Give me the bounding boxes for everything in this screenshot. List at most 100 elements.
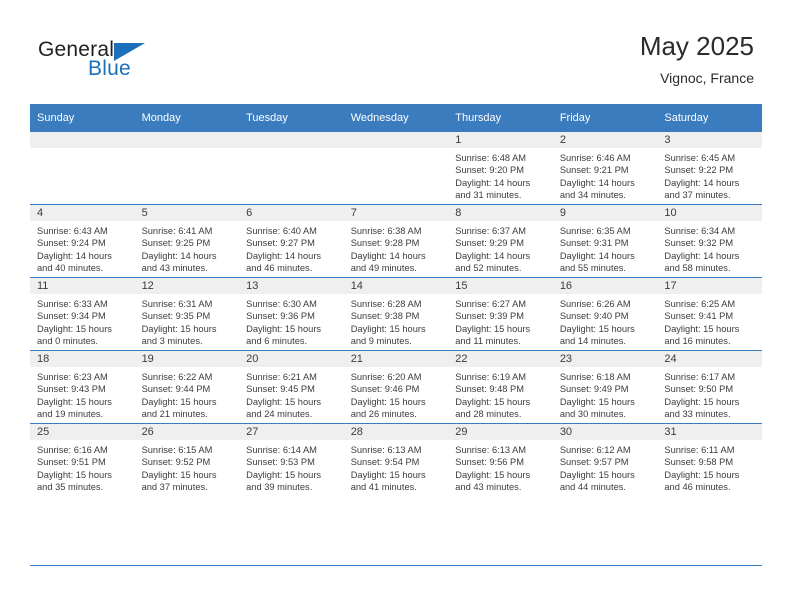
calendar-day-cell[interactable]: 15 Sunrise: 6:27 AM Sunset: 9:39 PM Dayligh…: [448, 277, 553, 351]
calendar-day: 26 Sunrise: 6:15 AM Sunset: 9:52 PM Dayligh…: [134, 424, 240, 496]
sunrise-text: Sunrise: 6:16 AM: [37, 445, 108, 455]
sunset-text: Sunset: 9:54 PM: [350, 457, 420, 468]
calendar-day-cell[interactable]: 26 Sunrise: 6:15 AM Sunset: 9:52 PM Dayligh…: [134, 423, 240, 496]
calendar-day-cell[interactable]: 24 Sunrise: 6:17 AM Sunset: 9:50 PM Dayligh…: [657, 350, 762, 424]
calendar-day-cell[interactable]: 28 Sunrise: 6:13 AM Sunset: 9:54 PM Dayligh…: [343, 423, 449, 496]
day-sun-info: Sunrise: 6:20 AM Sunset: 9:46 PM Daylight:…: [344, 367, 449, 420]
calendar-day-cell[interactable]: 1 Sunrise: 6:48 AM Sunset: 9:20 PM Daylight…: [448, 132, 553, 205]
sunset-text: Sunset: 9:27 PM: [246, 238, 315, 249]
sunset-text: Sunset: 9:31 PM: [559, 238, 629, 249]
day-number: 5: [134, 205, 240, 221]
calendar-day-cell[interactable]: 8 Sunrise: 6:37 AM Sunset: 9:29 PM Daylight…: [448, 204, 553, 278]
day-number: 28: [343, 424, 449, 440]
calendar-day-cell[interactable]: 27 Sunrise: 6:14 AM Sunset: 9:53 PM Dayligh…: [239, 423, 344, 496]
calendar-day-cell[interactable]: 17 Sunrise: 6:25 AM Sunset: 9:41 PM Dayligh…: [657, 277, 762, 351]
sunrise-text: Sunrise: 6:34 AM: [664, 226, 736, 236]
day-sun-info: Sunrise: 6:19 AM Sunset: 9:48 PM Daylight:…: [448, 367, 553, 420]
calendar-day-cell[interactable]: 21 Sunrise: 6:20 AM Sunset: 9:46 PM Dayligh…: [343, 350, 449, 424]
calendar-day-empty: [343, 132, 449, 204]
calendar-day: 19 Sunrise: 6:22 AM Sunset: 9:44 PM Dayligh…: [134, 351, 240, 423]
general-blue-logo: General Blue: [38, 38, 218, 88]
sunset-text: Sunset: 9:51 PM: [37, 457, 106, 468]
sunrise-text: Sunrise: 6:18 AM: [559, 372, 631, 382]
sunset-text: Sunset: 9:38 PM: [350, 311, 420, 322]
daylight-text-line1: Daylight: 15 hours: [246, 469, 322, 480]
calendar-day-cell[interactable]: 29 Sunrise: 6:13 AM Sunset: 9:56 PM Dayligh…: [448, 423, 553, 496]
sunrise-text: Sunrise: 6:13 AM: [455, 445, 527, 455]
calendar-day-cell[interactable]: [343, 132, 449, 205]
sunrise-text: Sunrise: 6:25 AM: [664, 299, 736, 309]
daylight-text-line2: and 3 minutes.: [141, 335, 203, 346]
daylight-text-line2: and 30 minutes.: [559, 408, 626, 419]
calendar-day-cell[interactable]: 31 Sunrise: 6:11 AM Sunset: 9:58 PM Dayligh…: [657, 423, 762, 496]
sunset-text: Sunset: 9:34 PM: [37, 311, 106, 322]
sunset-text: Sunset: 9:25 PM: [141, 238, 211, 249]
day-sun-info: Sunrise: 6:17 AM Sunset: 9:50 PM Daylight:…: [657, 367, 762, 420]
calendar-day-cell[interactable]: 10 Sunrise: 6:34 AM Sunset: 9:32 PM Dayligh…: [657, 204, 762, 278]
calendar-day-cell[interactable]: 5 Sunrise: 6:41 AM Sunset: 9:25 PM Daylight…: [134, 204, 240, 278]
calendar-day-cell[interactable]: 22 Sunrise: 6:19 AM Sunset: 9:48 PM Dayligh…: [448, 350, 553, 424]
sunset-text: Sunset: 9:29 PM: [455, 238, 524, 249]
daylight-text-line1: Daylight: 15 hours: [141, 323, 217, 334]
calendar-day: 6 Sunrise: 6:40 AM Sunset: 9:27 PM Daylight…: [239, 205, 344, 277]
daylight-text-line1: Daylight: 15 hours: [559, 396, 635, 407]
calendar-day-cell[interactable]: 20 Sunrise: 6:21 AM Sunset: 9:45 PM Dayligh…: [239, 350, 344, 424]
calendar-day-cell[interactable]: [30, 132, 135, 205]
day-sun-info: Sunrise: 6:40 AM Sunset: 9:27 PM Daylight:…: [239, 221, 344, 274]
calendar-day-cell[interactable]: 6 Sunrise: 6:40 AM Sunset: 9:27 PM Daylight…: [239, 204, 344, 278]
sunset-text: Sunset: 9:40 PM: [559, 311, 629, 322]
calendar-day-cell[interactable]: 3 Sunrise: 6:45 AM Sunset: 9:22 PM Daylight…: [657, 132, 762, 205]
calendar-day-cell[interactable]: 14 Sunrise: 6:28 AM Sunset: 9:38 PM Dayligh…: [343, 277, 449, 351]
daylight-text-line1: Daylight: 15 hours: [350, 469, 426, 480]
day-sun-info: Sunrise: 6:45 AM Sunset: 9:22 PM Daylight:…: [657, 148, 762, 201]
daylight-text-line2: and 55 minutes.: [559, 262, 626, 273]
daylight-text-line1: Daylight: 15 hours: [350, 396, 426, 407]
day-sun-info: Sunrise: 6:12 AM Sunset: 9:57 PM Daylight:…: [553, 440, 658, 493]
calendar-day-cell[interactable]: 11 Sunrise: 6:33 AM Sunset: 9:34 PM Dayligh…: [30, 277, 135, 351]
daylight-text-line1: Daylight: 14 hours: [455, 250, 531, 261]
calendar-day: 15 Sunrise: 6:27 AM Sunset: 9:39 PM Dayligh…: [448, 278, 553, 350]
day-sun-info: Sunrise: 6:43 AM Sunset: 9:24 PM Daylight:…: [30, 221, 135, 274]
calendar-day-cell[interactable]: 18 Sunrise: 6:23 AM Sunset: 9:43 PM Dayligh…: [30, 350, 135, 424]
sunrise-text: Sunrise: 6:14 AM: [246, 445, 317, 455]
daylight-text-line2: and 52 minutes.: [455, 262, 522, 273]
calendar-day-cell[interactable]: 4 Sunrise: 6:43 AM Sunset: 9:24 PM Daylight…: [30, 204, 135, 278]
weekday-header-friday: Friday: [552, 104, 658, 132]
calendar-day-cell[interactable]: 2 Sunrise: 6:46 AM Sunset: 9:21 PM Daylight…: [552, 132, 658, 205]
calendar-day: 21 Sunrise: 6:20 AM Sunset: 9:46 PM Dayligh…: [343, 351, 449, 423]
calendar-day-cell[interactable]: [239, 132, 344, 205]
calendar-day-cell[interactable]: 23 Sunrise: 6:18 AM Sunset: 9:49 PM Dayligh…: [552, 350, 658, 424]
day-number: 1: [448, 132, 553, 148]
calendar-day-cell[interactable]: 12 Sunrise: 6:31 AM Sunset: 9:35 PM Dayligh…: [134, 277, 240, 351]
calendar-day-cell[interactable]: 16 Sunrise: 6:26 AM Sunset: 9:40 PM Dayligh…: [552, 277, 658, 351]
calendar-day-cell[interactable]: 19 Sunrise: 6:22 AM Sunset: 9:44 PM Dayligh…: [134, 350, 240, 424]
day-sun-info: Sunrise: 6:14 AM Sunset: 9:53 PM Daylight:…: [239, 440, 344, 493]
sunset-text: Sunset: 9:49 PM: [559, 384, 629, 395]
daylight-text-line2: and 34 minutes.: [559, 189, 626, 200]
day-number: 29: [448, 424, 553, 440]
day-number: 7: [343, 205, 449, 221]
day-number: 23: [552, 351, 658, 367]
day-sun-info: Sunrise: 6:31 AM Sunset: 9:35 PM Daylight:…: [135, 294, 240, 347]
daylight-text-line1: Daylight: 14 hours: [559, 250, 635, 261]
calendar-day-cell[interactable]: 7 Sunrise: 6:38 AM Sunset: 9:28 PM Daylight…: [343, 204, 449, 278]
calendar-day-cell[interactable]: 13 Sunrise: 6:30 AM Sunset: 9:36 PM Dayligh…: [239, 277, 344, 351]
sunrise-text: Sunrise: 6:45 AM: [664, 153, 736, 163]
day-number: 22: [448, 351, 553, 367]
daylight-text-line1: Daylight: 14 hours: [141, 250, 217, 261]
calendar-day-cell[interactable]: 9 Sunrise: 6:35 AM Sunset: 9:31 PM Daylight…: [552, 204, 658, 278]
sunrise-text: Sunrise: 6:21 AM: [246, 372, 317, 382]
calendar-day-cell[interactable]: 25 Sunrise: 6:16 AM Sunset: 9:51 PM Dayligh…: [30, 423, 135, 496]
day-number: 14: [343, 278, 449, 294]
sunset-text: Sunset: 9:24 PM: [37, 238, 106, 249]
page-title: May 2025: [639, 31, 754, 61]
calendar-day: 29 Sunrise: 6:13 AM Sunset: 9:56 PM Dayligh…: [448, 424, 553, 496]
sunset-text: Sunset: 9:58 PM: [664, 457, 734, 468]
day-sun-info: Sunrise: 6:34 AM Sunset: 9:32 PM Daylight:…: [657, 221, 762, 274]
daylight-text-line2: and 24 minutes.: [246, 408, 313, 419]
page-subtitle: Vignoc, France: [660, 70, 754, 86]
calendar-day-cell[interactable]: 30 Sunrise: 6:12 AM Sunset: 9:57 PM Dayligh…: [552, 423, 658, 496]
day-number: 4: [30, 205, 135, 221]
calendar-day-cell[interactable]: [134, 132, 240, 205]
sunrise-text: Sunrise: 6:38 AM: [350, 226, 422, 236]
